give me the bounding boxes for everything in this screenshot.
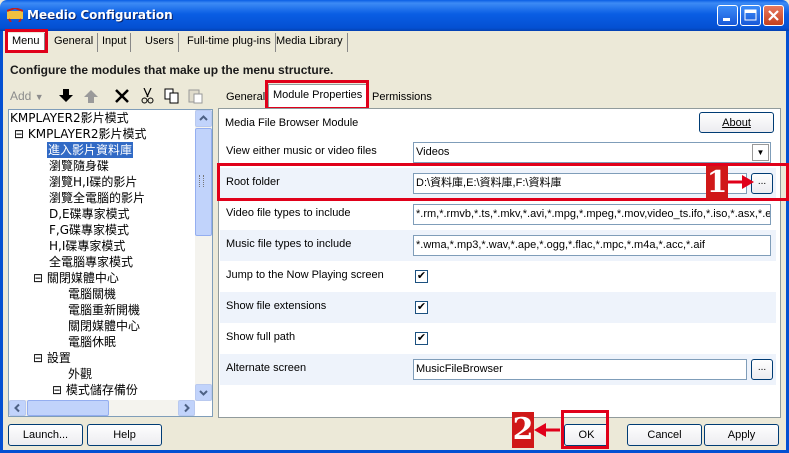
move-down-icon[interactable]: [58, 89, 74, 103]
show-full-path-checkbox[interactable]: ✔: [415, 332, 428, 345]
tree-item[interactable]: ⊟ KMPLAYER2影片模式: [14, 126, 146, 142]
property-row: Show file extensions ✔: [220, 292, 776, 323]
instruction-text: Configure the modules that make up the m…: [10, 63, 334, 77]
collapse-icon[interactable]: ⊟: [52, 383, 62, 397]
jump-now-playing-checkbox[interactable]: ✔: [415, 270, 428, 283]
add-label: Add: [10, 89, 32, 103]
scroll-up-button[interactable]: [195, 110, 212, 127]
chevron-left-icon: [14, 403, 20, 413]
tree-item-selected[interactable]: 進入影片資料庫: [47, 142, 134, 158]
scroll-right-button[interactable]: [178, 400, 195, 416]
move-up-icon[interactable]: [83, 89, 99, 103]
paste-icon[interactable]: [188, 88, 204, 104]
tree-item[interactable]: 關閉媒體中心: [68, 318, 140, 334]
dropdown-arrow-icon[interactable]: ▼: [752, 144, 769, 161]
tree-item[interactable]: ⊟ 設置: [33, 350, 71, 366]
delete-icon[interactable]: [115, 89, 129, 103]
minimize-icon: [723, 18, 730, 21]
tree-item[interactable]: 電腦重新開機: [68, 302, 140, 318]
alternate-screen-field[interactable]: MusicFileBrowser: [413, 359, 747, 380]
arrow-right-icon: [728, 175, 754, 189]
video-types-field[interactable]: *.rm,*.rmvb,*.ts,*.mkv,*.avi,*.mpg,*.mpe…: [413, 204, 771, 225]
cancel-button[interactable]: Cancel: [627, 424, 702, 446]
tab-media-library[interactable]: Media Library: [272, 33, 348, 52]
media-type-select[interactable]: Videos ▼: [413, 142, 771, 163]
about-button[interactable]: About: [699, 112, 774, 133]
chevron-up-icon: [199, 115, 208, 121]
show-extensions-checkbox[interactable]: ✔: [415, 301, 428, 314]
chevron-right-icon: [184, 403, 190, 413]
property-row: Alternate screen MusicFileBrowser ...: [220, 354, 776, 385]
help-button[interactable]: Help: [87, 424, 162, 446]
tab-general[interactable]: General: [50, 33, 99, 52]
property-label: Music file types to include: [226, 238, 352, 250]
alternate-screen-browse-button[interactable]: ...: [751, 359, 773, 380]
module-name: Media File Browser Module: [225, 117, 359, 129]
tree-item[interactable]: 瀏覽H,I碟的影片: [49, 174, 137, 190]
tree-item[interactable]: ⊟ 關閉媒體中心: [33, 270, 119, 286]
tree-item[interactable]: 電腦休眠: [68, 334, 116, 350]
highlight-ok-button: [561, 410, 609, 449]
subtab-general[interactable]: General: [222, 88, 269, 109]
tree-hscroll-thumb[interactable]: [27, 400, 109, 416]
minimize-button[interactable]: [717, 5, 738, 26]
close-icon: [768, 10, 779, 21]
meedio-app-icon: [7, 8, 23, 22]
add-dropdown-icon: ▼: [34, 92, 44, 102]
property-label: Show full path: [226, 331, 296, 343]
collapse-icon[interactable]: ⊟: [33, 351, 43, 365]
add-button[interactable]: Add ▼: [10, 89, 44, 105]
arrow-left-icon: [534, 423, 560, 437]
launch-button[interactable]: Launch...: [8, 424, 83, 446]
maximize-icon: [744, 9, 757, 21]
tree-item[interactable]: H,I碟專家模式: [49, 238, 125, 254]
tree-item[interactable]: 全電腦專家模式: [49, 254, 133, 270]
property-row: Video file types to include *.rm,*.rmvb,…: [220, 199, 776, 230]
property-label: Video file types to include: [226, 207, 351, 219]
collapse-icon[interactable]: ⊟: [14, 127, 24, 141]
property-row: Show full path ✔: [220, 323, 776, 354]
property-label: Jump to the Now Playing screen: [226, 269, 384, 281]
close-button[interactable]: [763, 5, 784, 26]
splitter-grip[interactable]: [199, 175, 204, 187]
collapse-icon[interactable]: ⊟: [33, 271, 43, 285]
property-label: View either music or video files: [226, 145, 377, 157]
tree-item[interactable]: 瀏覽全電腦的影片: [49, 190, 145, 206]
window-title: Meedio Configuration: [27, 8, 173, 22]
property-row: Music file types to include *.wma,*.mp3,…: [220, 230, 776, 261]
chevron-down-icon: [199, 390, 208, 396]
tree-item[interactable]: 電腦關機: [68, 286, 116, 302]
tab-input[interactable]: Input: [98, 33, 132, 52]
maximize-button[interactable]: [740, 5, 761, 26]
scroll-down-button[interactable]: [195, 384, 212, 401]
property-label: Alternate screen: [226, 362, 307, 374]
highlight-menu-tab: [5, 29, 48, 53]
tree-item[interactable]: ⊟ 模式儲存備份: [52, 382, 138, 398]
property-row: Jump to the Now Playing screen ✔: [220, 261, 776, 292]
step-2-marker: 2: [512, 412, 534, 448]
tree-root-item[interactable]: KMPLAYER2影片模式: [10, 110, 129, 126]
tree-item[interactable]: 瀏覽隨身碟: [49, 158, 109, 174]
apply-button[interactable]: Apply: [704, 424, 779, 446]
music-types-field[interactable]: *.wma,*.mp3,*.wav,*.ape,*.ogg,*.flac,*.m…: [413, 235, 771, 256]
subtab-permissions[interactable]: Permissions: [368, 88, 436, 109]
scroll-left-button[interactable]: [9, 400, 26, 416]
tab-users[interactable]: Users: [141, 33, 179, 52]
tree-item[interactable]: D,E碟專家模式: [49, 206, 130, 222]
highlight-root-folder-row: [217, 163, 789, 201]
copy-icon[interactable]: [164, 88, 180, 104]
tree-item[interactable]: 外觀: [68, 366, 92, 382]
tab-full-time-plugins[interactable]: Full-time plug-ins: [183, 33, 276, 52]
tree-item[interactable]: F,G碟專家模式: [49, 222, 129, 238]
step-1-marker: 1: [706, 165, 728, 200]
property-label: Show file extensions: [226, 300, 327, 312]
cut-icon[interactable]: [141, 88, 154, 104]
highlight-module-properties-tab: [265, 80, 369, 110]
